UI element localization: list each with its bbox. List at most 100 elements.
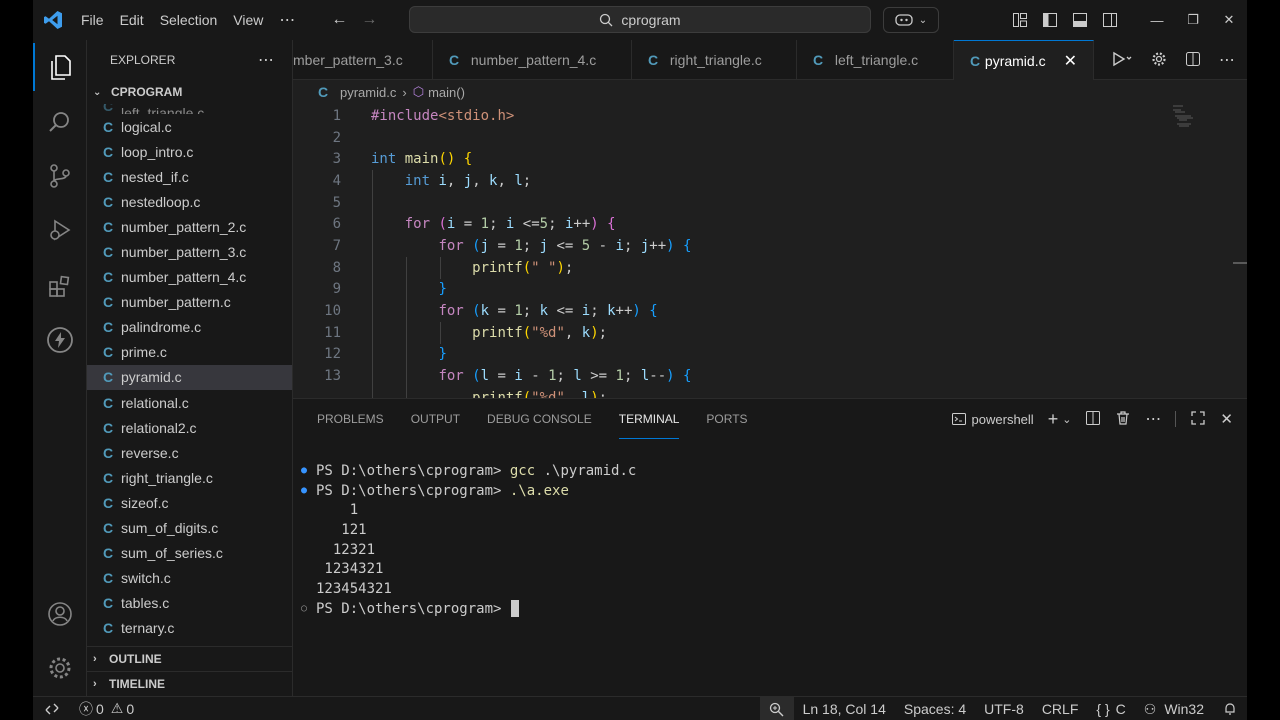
extensions-icon[interactable] (33, 262, 87, 310)
trash-icon[interactable] (1115, 410, 1131, 429)
file-item[interactable]: Cright_triangle.c (87, 465, 292, 490)
settings-gear-icon[interactable] (1151, 51, 1167, 70)
tab-problems[interactable]: PROBLEMS (317, 399, 384, 439)
maximize-panel-icon[interactable] (1190, 410, 1206, 429)
file-item[interactable]: Cnumber_pattern_3.c (87, 239, 292, 264)
thunder-client-icon[interactable] (33, 316, 87, 364)
problems-status[interactable]: ⓧ 0 ⚠ 0 (71, 699, 134, 719)
error-icon: ⓧ (79, 700, 93, 717)
menu-edit[interactable]: Edit (112, 0, 152, 40)
file-item[interactable]: Cswitch.c (87, 566, 292, 591)
file-item[interactable]: Cternary.c (87, 616, 292, 641)
tab-ports[interactable]: PORTS (706, 399, 747, 439)
tab-right-triangle[interactable]: C right_triangle.c (632, 40, 797, 80)
file-item[interactable]: Csizeof.c (87, 490, 292, 515)
run-code-icon[interactable] (1111, 51, 1133, 70)
file-item[interactable]: Crelational2.c (87, 415, 292, 440)
command-status-icon: ● (301, 485, 308, 497)
menu-view[interactable]: View (225, 0, 271, 40)
minimap[interactable] (1171, 104, 1199, 128)
toggle-primary-sidebar-icon[interactable] (1035, 12, 1065, 28)
encoding[interactable]: UTF-8 (975, 697, 1033, 720)
file-item[interactable]: Cnested_if.c (87, 164, 292, 189)
terminal-shell-selector[interactable]: powershell (951, 411, 1034, 427)
search-view-icon[interactable] (33, 98, 87, 146)
more-actions-icon[interactable]: ⋯ (1219, 50, 1235, 70)
error-count: 0 (96, 700, 104, 717)
file-item[interactable]: Cprime.c (87, 340, 292, 365)
more-actions-icon[interactable]: ⋯ (1145, 409, 1161, 429)
file-item[interactable]: Cnumber_pattern.c (87, 290, 292, 315)
close-tab-icon[interactable]: ✕ (1064, 51, 1077, 71)
code-editor[interactable]: 1 #include<stdio.h> 2 3 int main() { 4 int… (293, 105, 1233, 398)
file-item[interactable]: Crelational.c (87, 390, 292, 415)
title-bar: File Edit Selection View ⋯ ← → cprogram … (33, 0, 1247, 40)
toggle-panel-icon[interactable] (1065, 12, 1095, 28)
restore-icon[interactable]: ❐ (1175, 12, 1211, 28)
settings-gear-icon[interactable] (33, 644, 87, 692)
code-line: 8 printf(" "); (332, 259, 574, 276)
file-item[interactable]: Ctables.c (87, 591, 292, 616)
zoom-icon[interactable] (759, 697, 794, 720)
tab-label: pyramid.c (984, 52, 1046, 69)
file-item[interactable]: Cpalindrome.c (87, 315, 292, 340)
file-item[interactable]: Clogical.c (87, 114, 292, 139)
language-mode[interactable]: { } C (1087, 697, 1134, 720)
account-icon[interactable] (33, 590, 87, 638)
toggle-secondary-sidebar-icon[interactable] (1095, 12, 1125, 28)
outline-section[interactable]: › OUTLINE (87, 646, 292, 671)
tab-number-pattern-3[interactable]: mber_pattern_3.c (293, 40, 433, 80)
breadcrumb-symbol[interactable]: main() (428, 85, 465, 100)
file-name: sizeof.c (121, 494, 169, 511)
command-center-search[interactable]: cprogram (409, 6, 871, 33)
menu-selection[interactable]: Selection (152, 0, 226, 40)
tab-pyramid[interactable]: C pyramid.c ✕ (954, 40, 1094, 80)
new-terminal-icon[interactable]: + (1048, 409, 1059, 430)
tab-debug-console[interactable]: DEBUG CONSOLE (487, 399, 592, 439)
platform-selector[interactable]: ⚇ Win32 (1135, 697, 1213, 720)
forward-arrow-icon[interactable]: → (361, 11, 377, 29)
code-line: 2 (332, 129, 341, 146)
back-arrow-icon[interactable]: ← (331, 11, 347, 29)
tab-terminal[interactable]: TERMINAL (618, 399, 680, 439)
explorer-icon[interactable] (33, 43, 87, 91)
file-item[interactable]: Cnestedloop.c (87, 189, 292, 214)
copilot-button[interactable]: ⌄ (883, 7, 939, 33)
notifications-bell-icon[interactable] (1213, 697, 1247, 720)
file-item[interactable]: Cloop_intro.c (87, 139, 292, 164)
chevron-down-icon[interactable]: ⌄ (1062, 413, 1071, 426)
close-window-icon[interactable]: ✕ (1211, 12, 1247, 28)
split-terminal-icon[interactable] (1085, 410, 1101, 429)
c-file-icon: C (103, 269, 114, 286)
file-item[interactable]: Csum_of_series.c (87, 541, 292, 566)
file-item[interactable]: Cpyramid.c (87, 364, 292, 391)
remote-icon[interactable] (33, 697, 71, 720)
tab-left-triangle[interactable]: C left_triangle.c (797, 40, 954, 80)
cursor-position[interactable]: Ln 18, Col 14 (794, 697, 895, 720)
file-item[interactable]: Csum_of_digits.c (87, 516, 292, 541)
tab-output[interactable]: OUTPUT (411, 399, 460, 439)
menu-file[interactable]: File (73, 0, 112, 40)
customize-layout-icon[interactable] (1005, 12, 1035, 28)
close-panel-icon[interactable]: ✕ (1220, 410, 1233, 428)
more-menu-icon[interactable]: ⋯ (271, 10, 303, 30)
file-item[interactable]: Creverse.c (87, 440, 292, 465)
minimize-icon[interactable]: — (1139, 13, 1175, 28)
file-item-partial[interactable]: C left_triangle.c (87, 104, 292, 114)
indentation[interactable]: Spaces: 4 (895, 697, 975, 720)
tab-number-pattern-4[interactable]: C number_pattern_4.c (433, 40, 632, 80)
terminal-output[interactable]: ● PS D:\others\cprogram> gcc .\pyramid.c … (301, 461, 636, 619)
terminal-line: ● PS D:\others\cprogram> .\a.exe (301, 482, 569, 499)
more-actions-icon[interactable]: ⋯ (258, 50, 274, 70)
run-debug-icon[interactable] (33, 206, 87, 254)
file-item[interactable]: Cnumber_pattern_4.c (87, 265, 292, 290)
c-file-icon: C (970, 52, 981, 69)
line-ending[interactable]: CRLF (1033, 697, 1088, 720)
breadcrumb-file[interactable]: pyramid.c (340, 85, 396, 100)
folder-header[interactable]: ⌄ CPROGRAM (87, 80, 292, 104)
source-control-icon[interactable] (33, 152, 87, 200)
timeline-section[interactable]: › TIMELINE (87, 671, 292, 696)
split-editor-icon[interactable] (1185, 51, 1201, 70)
editor-scrollbar[interactable] (1233, 262, 1247, 264)
file-item[interactable]: Cnumber_pattern_2.c (87, 214, 292, 239)
